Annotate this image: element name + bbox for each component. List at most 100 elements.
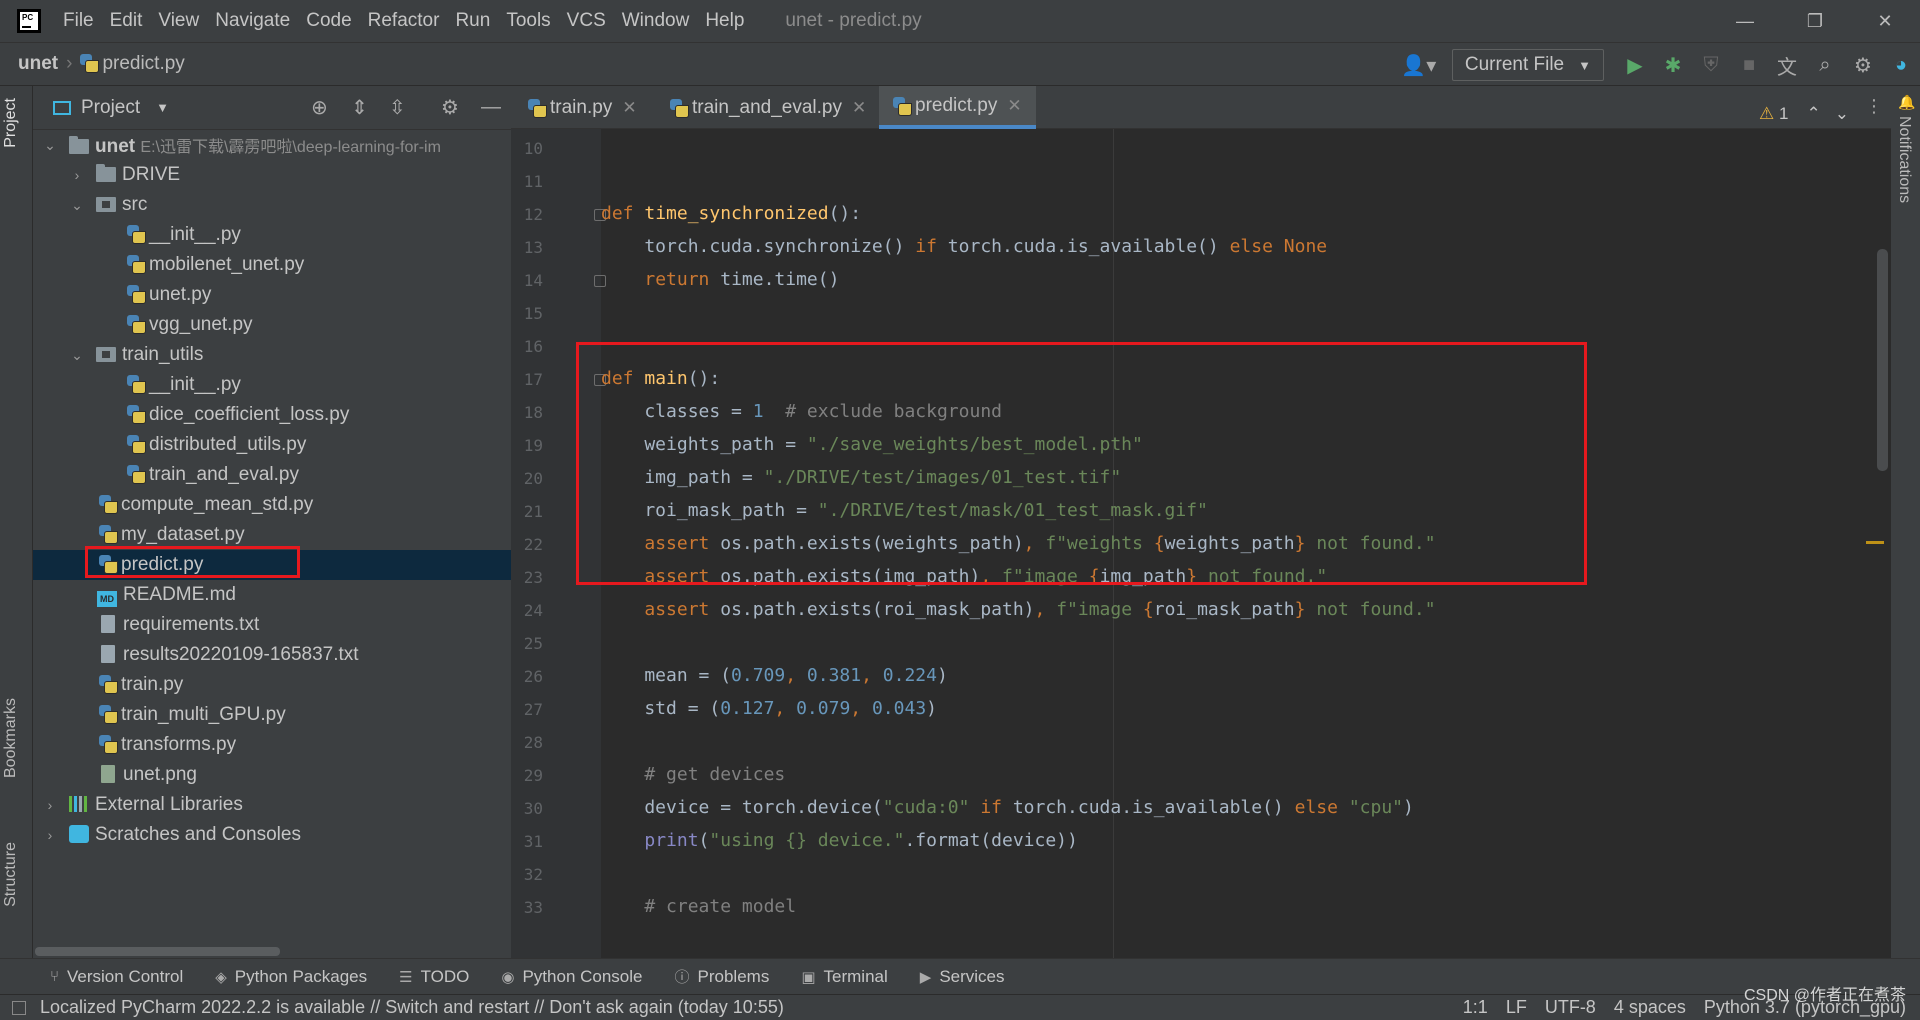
code-line[interactable]: return time.time()	[601, 269, 839, 290]
menu-tools[interactable]: Tools	[506, 10, 550, 32]
inspection-widget[interactable]: ⚠ 1 ⌃ ⌄	[1759, 104, 1849, 124]
tool-version-control[interactable]: ⑂ Version Control	[50, 967, 183, 987]
close-icon[interactable]: ✕	[852, 98, 866, 118]
tree-item[interactable]: › DRIVE	[33, 160, 511, 190]
expand-all-icon[interactable]: ⇕	[351, 95, 368, 120]
tree-item[interactable]: MD README.md	[33, 580, 511, 610]
menu-edit[interactable]: Edit	[110, 10, 143, 32]
warning-marker[interactable]	[1866, 541, 1884, 544]
tree-item[interactable]: unet.py	[33, 280, 511, 310]
stop-icon[interactable]: ■	[1730, 54, 1768, 77]
restore-button[interactable]: ❐	[1780, 0, 1850, 42]
tree-item[interactable]: compute_mean_std.py	[33, 490, 511, 520]
gear-icon[interactable]: ⚙	[1844, 53, 1882, 78]
gear-icon[interactable]: ⚙	[441, 95, 459, 120]
tab-train[interactable]: train.py ✕	[528, 86, 637, 129]
line-separator[interactable]: LF	[1506, 997, 1527, 1018]
tree-item[interactable]: transforms.py	[33, 730, 511, 760]
tree-item[interactable]: train_and_eval.py	[33, 460, 511, 490]
chevron-down-icon[interactable]: ▼	[156, 100, 169, 115]
menu-code[interactable]: Code	[306, 10, 351, 32]
code-line[interactable]: # get devices	[601, 764, 785, 785]
project-panel-title[interactable]: Project	[81, 97, 140, 119]
user-icon[interactable]: 👤▾	[1400, 53, 1438, 78]
minimize-button[interactable]: —	[1710, 0, 1780, 42]
menu-file[interactable]: File	[63, 10, 94, 32]
translate-icon[interactable]: 文	[1768, 51, 1806, 80]
code-line[interactable]: # create model	[601, 896, 796, 917]
tab-train-and-eval[interactable]: train_and_eval.py ✕	[670, 86, 866, 129]
tab-predict[interactable]: predict.py ✕	[879, 86, 1036, 129]
file-encoding[interactable]: UTF-8	[1545, 997, 1596, 1018]
indent-setting[interactable]: 4 spaces	[1614, 997, 1686, 1018]
tool-tab-bookmarks[interactable]: Bookmarks	[2, 698, 20, 778]
close-icon[interactable]: ✕	[622, 98, 636, 118]
chevron-down-icon[interactable]: ⌄	[43, 137, 57, 154]
coverage-icon[interactable]: ⛨	[1692, 54, 1730, 77]
tool-tab-notifications[interactable]: Notifications	[1895, 116, 1913, 203]
tree-item[interactable]: dice_coefficient_loss.py	[33, 400, 511, 430]
vertical-scrollbar[interactable]	[1877, 249, 1888, 471]
menu-view[interactable]: View	[158, 10, 199, 32]
locate-icon[interactable]: ⊕	[311, 95, 328, 120]
run-icon[interactable]: ▶	[1616, 53, 1654, 78]
tree-root[interactable]: ⌄ unet E:\迅雷下载\霹雳吧啦\deep-learning-for-im	[33, 130, 511, 160]
debug-icon[interactable]: ✱	[1654, 53, 1692, 78]
code-line[interactable]: print("using {} device.".format(device))	[601, 830, 1078, 851]
code-line[interactable]: std = (0.127, 0.079, 0.043)	[601, 698, 937, 719]
tree-item[interactable]: ⌄ src	[33, 190, 511, 220]
tool-problems[interactable]: ⓘ Problems	[675, 966, 770, 987]
chevron-down-icon[interactable]: ⌄	[70, 347, 84, 364]
close-button[interactable]: ✕	[1850, 0, 1920, 42]
chevron-up-icon[interactable]: ⌃	[1807, 104, 1821, 123]
jetbrains-logo-icon[interactable]: ◕	[1882, 54, 1920, 77]
code-line[interactable]: def time_synchronized():	[601, 203, 861, 224]
more-options-icon[interactable]: ⋮	[1865, 96, 1883, 117]
tree-item[interactable]: requirements.txt	[33, 610, 511, 640]
status-message[interactable]: Localized PyCharm 2022.2.2 is available …	[40, 997, 784, 1018]
tree-item[interactable]: unet.png	[33, 760, 511, 790]
menu-run[interactable]: Run	[455, 10, 490, 32]
chevron-right-icon[interactable]: ›	[43, 827, 57, 843]
tool-todo[interactable]: ☰ TODO	[399, 967, 469, 987]
tree-item[interactable]: vgg_unet.py	[33, 310, 511, 340]
run-config-dropdown[interactable]: Current File ▼	[1451, 49, 1604, 81]
breadcrumb-project[interactable]: unet	[18, 53, 58, 75]
menu-window[interactable]: Window	[622, 10, 690, 32]
horizontal-scrollbar[interactable]	[35, 947, 280, 956]
tree-item[interactable]: train_multi_GPU.py	[33, 700, 511, 730]
search-icon[interactable]: ⌕	[1806, 54, 1844, 77]
code-line[interactable]: device = torch.device("cuda:0" if torch.…	[601, 797, 1414, 818]
caret-position[interactable]: 1:1	[1463, 997, 1488, 1018]
tree-item[interactable]: __init__.py	[33, 370, 511, 400]
collapse-all-icon[interactable]: ⇳	[389, 95, 406, 120]
tree-item[interactable]: ⌄ train_utils	[33, 340, 511, 370]
code-line[interactable]: mean = (0.709, 0.381, 0.224)	[601, 665, 947, 686]
tree-item[interactable]: › Scratches and Consoles	[33, 820, 511, 850]
tool-python-packages[interactable]: ◈ Python Packages	[215, 967, 367, 987]
tree-item[interactable]: train.py	[33, 670, 511, 700]
chevron-right-icon[interactable]: ›	[70, 167, 84, 183]
tool-services[interactable]: ▶ Services	[920, 967, 1005, 987]
status-checkbox-icon[interactable]	[12, 1000, 26, 1015]
chevron-down-icon[interactable]: ⌄	[70, 197, 84, 214]
menu-vcs[interactable]: VCS	[567, 10, 606, 32]
tool-terminal[interactable]: ▣ Terminal	[801, 967, 887, 987]
menu-refactor[interactable]: Refactor	[368, 10, 440, 32]
tree-item[interactable]: __init__.py	[33, 220, 511, 250]
breadcrumb-file[interactable]: predict.py	[80, 53, 185, 75]
code-line[interactable]: assert os.path.exists(roi_mask_path), f"…	[601, 599, 1435, 620]
bell-icon[interactable]: 🔔	[1898, 94, 1915, 111]
tool-tab-project[interactable]: Project	[2, 98, 20, 148]
tool-tab-structure[interactable]: Structure	[2, 842, 20, 907]
tree-item[interactable]: mobilenet_unet.py	[33, 250, 511, 280]
code-line[interactable]: torch.cuda.synchronize() if torch.cuda.i…	[601, 236, 1327, 257]
tree-item[interactable]: distributed_utils.py	[33, 430, 511, 460]
hide-icon[interactable]: —	[481, 96, 501, 119]
chevron-right-icon[interactable]: ›	[43, 797, 57, 813]
tool-python-console[interactable]: ◉ Python Console	[501, 967, 642, 987]
chevron-down-icon[interactable]: ⌄	[1835, 104, 1849, 123]
menu-help[interactable]: Help	[705, 10, 744, 32]
close-icon[interactable]: ✕	[1007, 96, 1021, 116]
tree-item[interactable]: › External Libraries	[33, 790, 511, 820]
